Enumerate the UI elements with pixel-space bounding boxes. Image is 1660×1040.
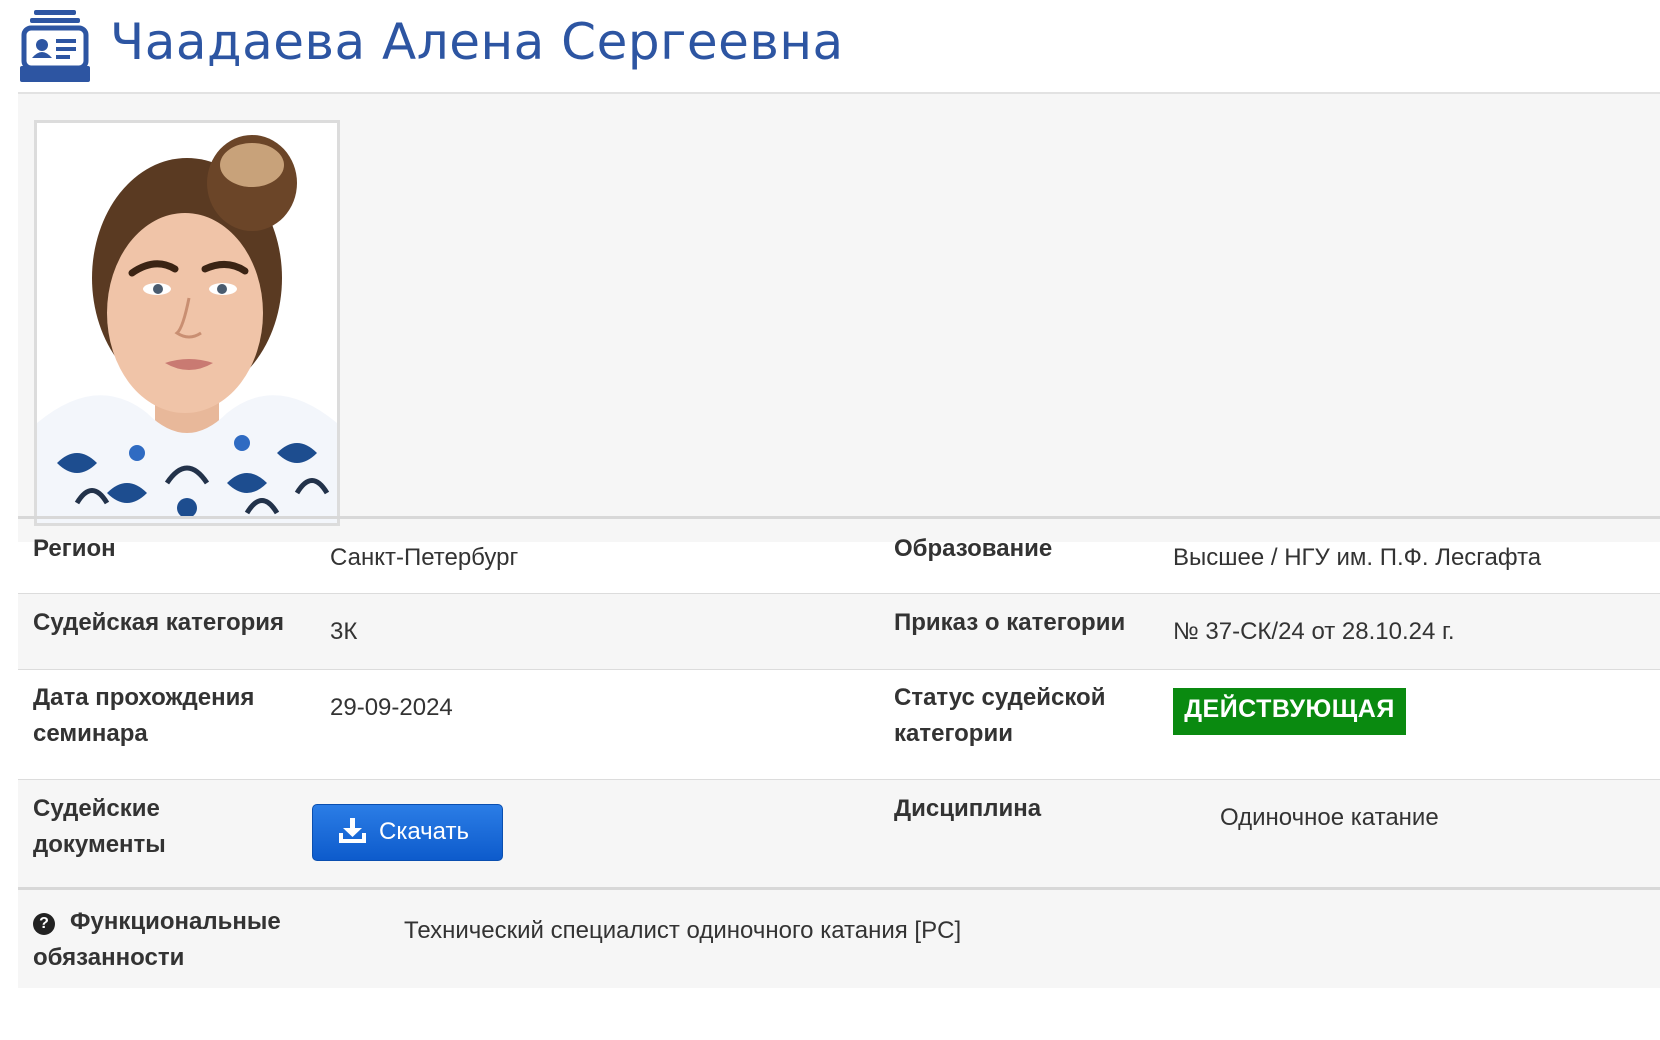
region-label: Регион: [33, 535, 116, 562]
documents-label: Судейские документы: [33, 791, 166, 863]
duties-label-line1: Функциональные: [70, 908, 281, 935]
profile-photo: [34, 120, 340, 526]
category-label: Судейская категория: [33, 609, 285, 636]
download-button-label: Скачать: [379, 818, 469, 845]
seminar-value: 29-09-2024: [330, 694, 453, 721]
status-badge: ДЕЙСТВУЮЩАЯ: [1173, 688, 1406, 735]
judge-profile-page: Чаадаева Алена Сергеевна Регион Санкт-Пе…: [0, 0, 1660, 1040]
seminar-label-line1: Дата прохождения: [33, 684, 255, 711]
seminar-label-line2: семинара: [33, 720, 148, 747]
row-region-education: Регион Санкт-Петербург Образование Высше…: [18, 516, 1660, 593]
download-button[interactable]: Скачать: [312, 804, 503, 861]
status-label-line2: категории: [894, 720, 1013, 747]
page-title: Чаадаева Алена Сергеевна: [110, 13, 844, 71]
documents-label-line2: документы: [33, 831, 166, 858]
documents-label-line1: Судейские: [33, 795, 160, 822]
education-label: Образование: [894, 535, 1053, 562]
row-documents-discipline: Судейские документы Скачать Дисциплина О…: [18, 779, 1660, 887]
duties-label: Функциональные обязанности: [33, 904, 281, 976]
duties-label-line2: обязанности: [33, 944, 185, 971]
row-category-order: Судейская категория 3К Приказ о категори…: [18, 593, 1660, 669]
education-value: Высшее / НГУ им. П.Ф. Лесгафта: [1173, 544, 1542, 571]
row-seminar-status: Дата прохождения семинара 29-09-2024 Ста…: [18, 669, 1660, 779]
status-label: Статус судейской категории: [894, 680, 1105, 752]
download-icon: [339, 818, 366, 843]
order-label: Приказ о категории: [894, 609, 1126, 636]
category-value: 3К: [330, 618, 358, 645]
region-value: Санкт-Петербург: [330, 544, 519, 571]
discipline-label: Дисциплина: [894, 795, 1042, 822]
discipline-value: Одиночное катание: [1220, 804, 1439, 831]
order-value: № 37-СК/24 от 28.10.24 г.: [1173, 618, 1455, 645]
seminar-label: Дата прохождения семинара: [33, 680, 254, 752]
status-label-line1: Статус судейской: [894, 684, 1106, 711]
duties-value: Технический специалист одиночного катани…: [404, 917, 962, 944]
id-badge-icon: [20, 10, 90, 82]
row-duties: ? Функциональные обязанности Технический…: [18, 887, 1660, 988]
